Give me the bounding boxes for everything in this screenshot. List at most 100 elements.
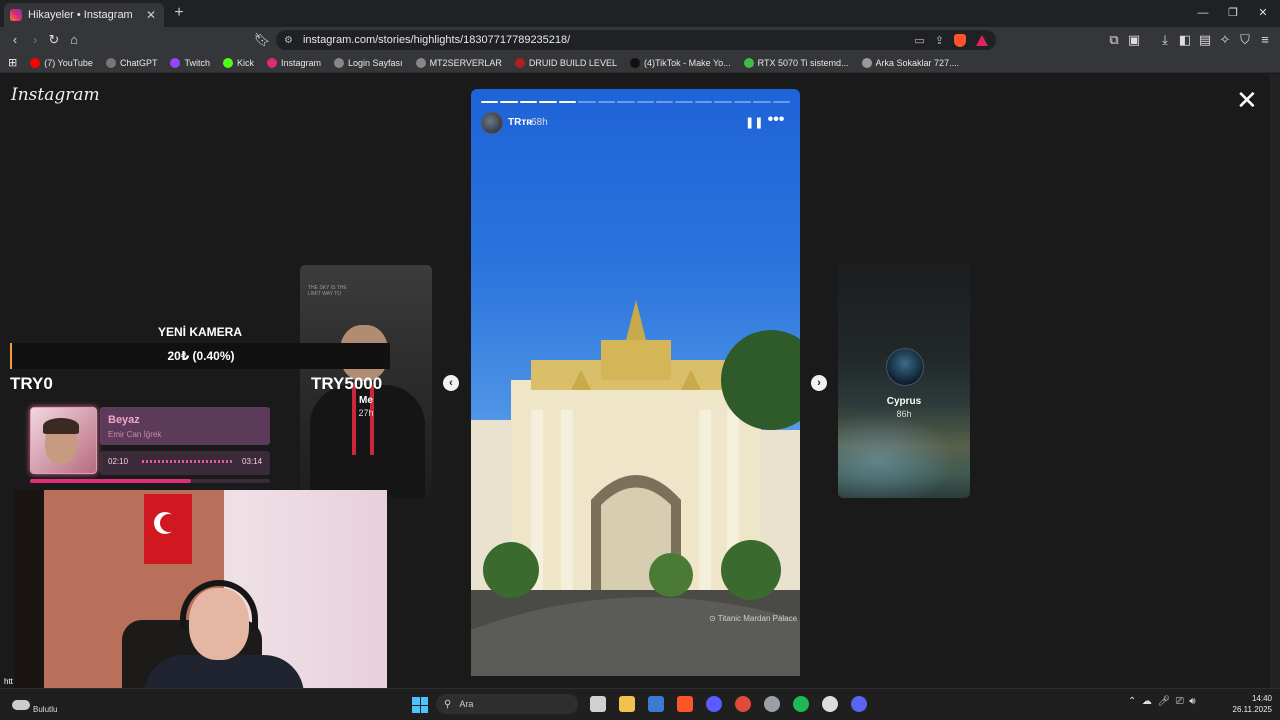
sidebar-icon[interactable]: ◧ xyxy=(1176,31,1194,49)
forward-icon[interactable]: › xyxy=(26,31,44,49)
steam-icon[interactable] xyxy=(764,696,780,712)
bookmark-item[interactable]: Kick xyxy=(222,57,254,68)
home-icon[interactable]: ⌂ xyxy=(65,31,83,49)
taskbar-clock[interactable]: 14:40 26.11.2025 xyxy=(1222,693,1272,715)
minimize-button[interactable]: — xyxy=(1188,5,1218,21)
bookmark-item[interactable]: Twitch xyxy=(170,57,210,68)
goal-start-label: TRY0 xyxy=(10,374,53,393)
story-user-avatar[interactable] xyxy=(481,112,503,134)
leo-ai-icon[interactable]: ✧ xyxy=(1216,31,1234,49)
apps-grid-icon[interactable]: ⊞ xyxy=(8,56,17,69)
progress-segment xyxy=(539,101,557,103)
previous-story-arrow-icon[interactable]: ‹ xyxy=(443,375,459,391)
bookmark-item[interactable]: Login Sayfası xyxy=(334,57,403,68)
bookmark-favicon-icon xyxy=(266,57,277,68)
bookmark-favicon-icon xyxy=(861,57,872,68)
song-elapsed: 02:10 xyxy=(108,457,129,466)
progress-segment xyxy=(519,101,538,103)
tab-title: Hikayeler • Instagram xyxy=(28,9,133,21)
tab-bar xyxy=(0,0,1280,27)
page-scrollbar[interactable] xyxy=(1270,74,1280,688)
brave-shields-icon[interactable] xyxy=(954,33,966,47)
cortana-icon[interactable] xyxy=(706,696,722,712)
discord-icon[interactable] xyxy=(851,696,867,712)
progress-segment xyxy=(481,101,499,103)
bookmark-icon[interactable]: 🔖︎ xyxy=(253,31,271,49)
bookmark-item[interactable]: (7) YouTube xyxy=(30,57,93,68)
address-bar[interactable]: ⚙ instagram.com/stories/highlights/18307… xyxy=(276,30,996,50)
app-red-icon[interactable] xyxy=(735,696,751,712)
poster-decoration: THE SKY IS THE LIMIT WAY TO xyxy=(308,285,347,297)
bookmark-item[interactable]: ChatGPT xyxy=(105,57,157,68)
file-explorer-icon[interactable] xyxy=(619,696,635,712)
progress-segment xyxy=(714,101,732,103)
vpn-icon[interactable]: ⛉ xyxy=(1236,31,1254,49)
song-artist: Emir Can İğrek xyxy=(108,430,162,439)
wallet-icon[interactable]: ▤ xyxy=(1196,31,1214,49)
bookmark-item[interactable]: Instagram xyxy=(266,57,321,68)
progress-segment xyxy=(597,101,616,103)
bookmark-item[interactable]: Arka Sokaklar 727.... xyxy=(861,57,959,68)
bookmark-favicon-icon xyxy=(170,57,181,68)
bookmark-favicon-icon xyxy=(415,57,426,68)
story-timestamp: 68h xyxy=(531,117,548,128)
taskbar-search[interactable]: ⚲ Ara xyxy=(436,694,578,714)
donation-goal-bar: 20₺ (0.40%) xyxy=(10,343,390,369)
camera-goal-title: YENİ KAMERA xyxy=(157,325,242,339)
store-icon[interactable] xyxy=(648,696,664,712)
back-icon[interactable]: ‹ xyxy=(6,31,24,49)
close-window-button[interactable]: ✕ xyxy=(1248,5,1278,21)
bookmark-item[interactable]: RTX 5070 Ti sistemd... xyxy=(743,57,849,68)
close-stories-icon[interactable]: ✕ xyxy=(1236,87,1258,113)
progress-segment xyxy=(655,101,674,103)
location-label: Titanic Mardan Palace xyxy=(717,614,798,623)
reload-icon[interactable]: ↻ xyxy=(45,31,63,49)
spotify-icon[interactable] xyxy=(793,696,809,712)
bookmark-favicon-icon xyxy=(334,57,345,68)
flag-crescent-cut-shape xyxy=(160,514,178,532)
song-duration: 03:14 xyxy=(242,457,263,466)
bookmark-label: RTX 5070 Ti sistemd... xyxy=(757,57,849,68)
download-icon[interactable]: ⤓ xyxy=(1156,31,1174,49)
webcam-feed xyxy=(14,490,387,701)
bookmark-favicon-icon xyxy=(30,57,41,68)
progress-segment xyxy=(558,101,577,103)
bookmark-item[interactable]: (4)TikTok - Make Yo... xyxy=(629,57,731,68)
windows-start-icon[interactable] xyxy=(412,697,428,713)
pause-icon[interactable]: ❚❚ xyxy=(745,116,763,130)
extensions-icon[interactable]: ⧉ xyxy=(1105,31,1123,49)
browser-tab[interactable]: Hikayeler • Instagram ✕ xyxy=(4,3,164,27)
menu-icon[interactable]: ≡ xyxy=(1256,31,1274,49)
share-icon[interactable]: ⇪ xyxy=(935,34,944,47)
bookmark-item[interactable]: MT2SERVERLAR xyxy=(415,57,502,68)
bookmark-favicon-icon xyxy=(514,57,525,68)
progress-segment xyxy=(694,101,713,103)
url-text: instagram.com/stories/highlights/1830771… xyxy=(302,34,571,46)
site-info-icon[interactable]: ⚙ xyxy=(284,35,293,46)
progress-segment xyxy=(617,101,635,103)
bookmark-label: (4)TikTok - Make Yo... xyxy=(643,57,731,68)
windows-taskbar xyxy=(0,688,1280,720)
obs-icon[interactable] xyxy=(822,696,838,712)
tab-search-icon[interactable]: ▣ xyxy=(1125,31,1143,49)
story-username[interactable]: TRᴛʀ xyxy=(508,117,532,128)
weather-label[interactable]: Bulutlu xyxy=(33,705,57,714)
bookmark-item[interactable]: DRUID BUILD LEVEL xyxy=(514,57,617,68)
next-story-time: 86h xyxy=(896,409,912,419)
instagram-logo[interactable]: Instagram xyxy=(11,85,100,105)
next-story-arrow-icon[interactable]: › xyxy=(811,375,827,391)
previous-story-name: Me xyxy=(359,395,373,406)
system-tray[interactable]: ⌃ ☁ 🎤︎ ⎚ 🔊︎ xyxy=(1128,696,1196,707)
brave-icon[interactable] xyxy=(677,696,693,712)
close-tab-icon[interactable]: ✕ xyxy=(144,8,158,22)
task-view-icon[interactable] xyxy=(590,696,606,712)
brave-rewards-icon[interactable] xyxy=(976,34,988,46)
cloud-icon[interactable] xyxy=(12,700,30,710)
maximize-button[interactable]: ❐ xyxy=(1218,5,1248,21)
cast-icon[interactable]: ▭ xyxy=(914,34,924,47)
previous-story-time: 27h xyxy=(358,408,374,418)
search-icon: ⚲ xyxy=(444,698,452,710)
more-options-icon[interactable]: ••• xyxy=(767,112,785,130)
bookmark-favicon-icon xyxy=(105,57,116,68)
new-tab-button[interactable]: + xyxy=(170,4,188,22)
